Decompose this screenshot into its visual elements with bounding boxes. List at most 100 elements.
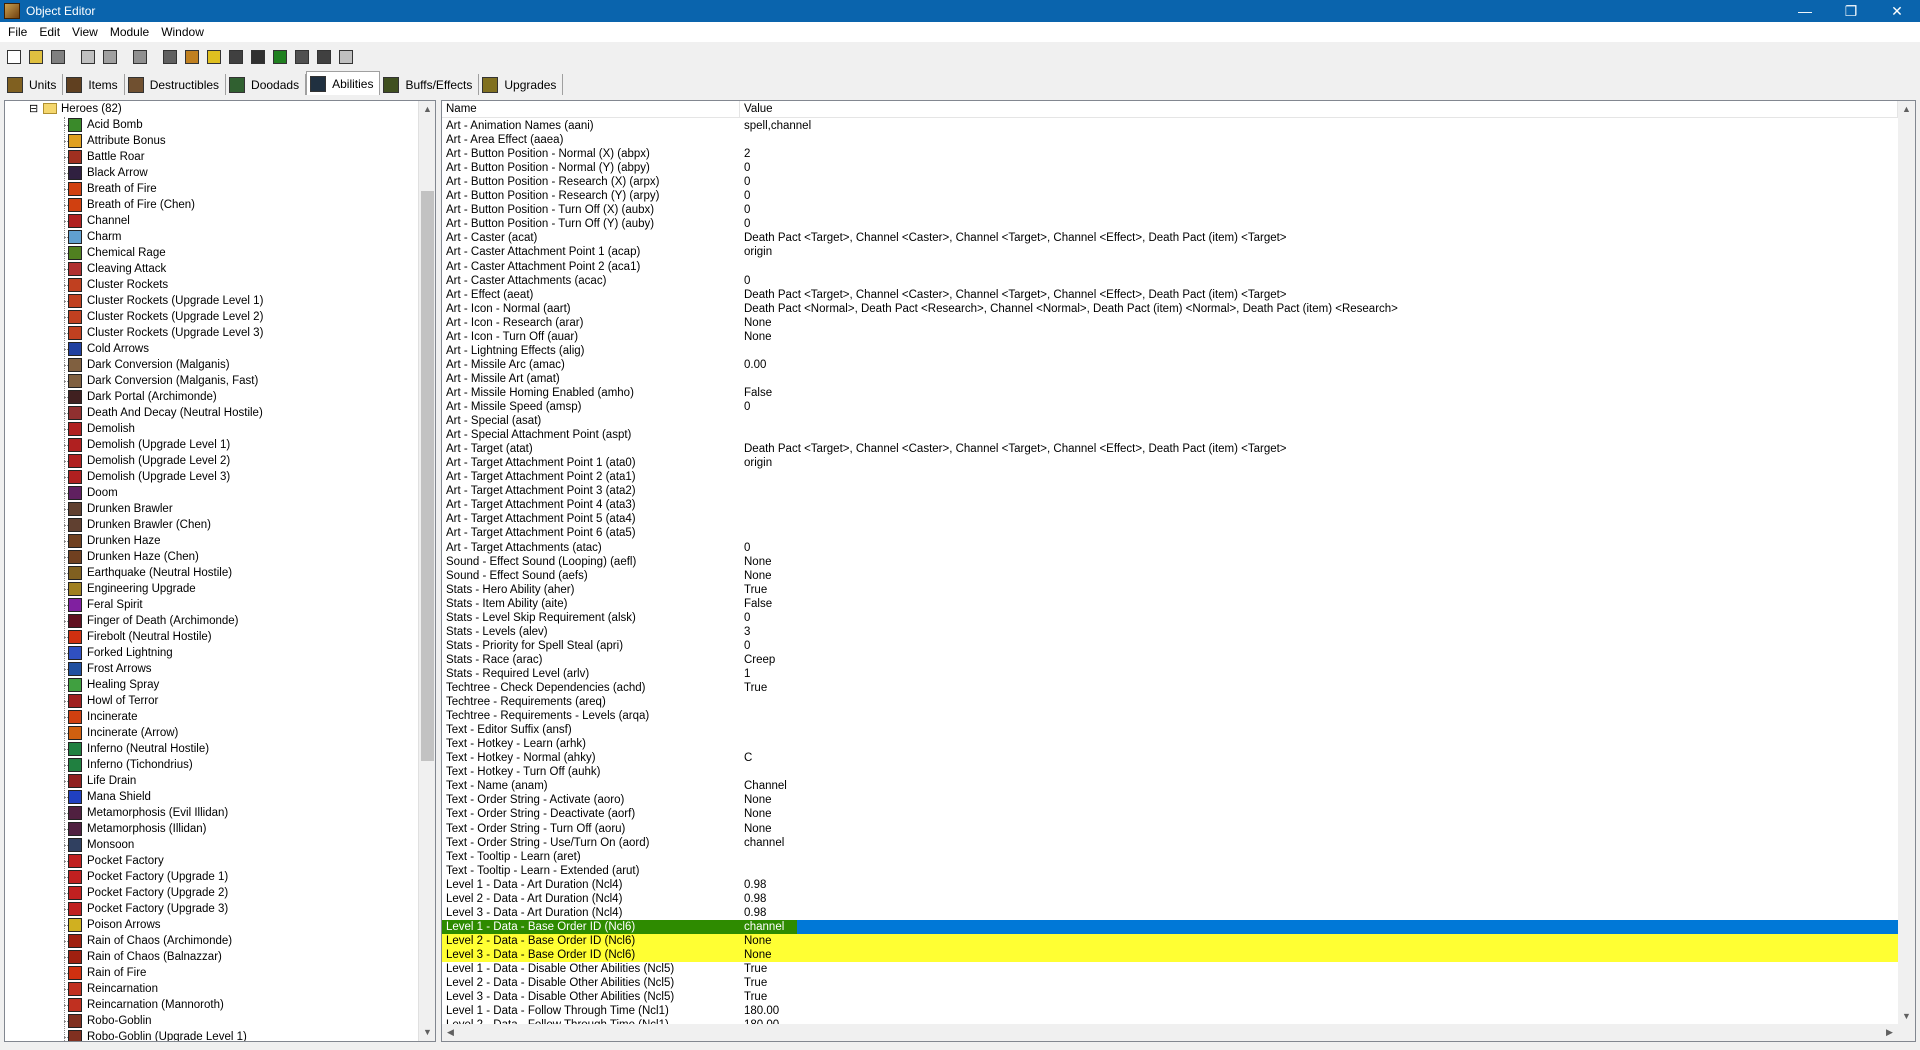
property-row[interactable]: Art - Missile Homing Enabled (amho) False: [442, 386, 1898, 400]
tree-item[interactable]: Cluster Rockets (Upgrade Level 1): [5, 293, 415, 309]
tree-item[interactable]: Drunken Brawler (Chen): [5, 517, 415, 533]
property-row[interactable]: Stats - Levels (alev) 3: [442, 625, 1898, 639]
tree-item[interactable]: Feral Spirit: [5, 597, 415, 613]
tree-item[interactable]: Black Arrow: [5, 165, 415, 181]
tree-item[interactable]: Pocket Factory: [5, 853, 415, 869]
property-row[interactable]: Text - Tooltip - Learn - Extended (arut): [442, 864, 1898, 878]
tab-upgrades[interactable]: Upgrades: [479, 74, 564, 95]
property-value[interactable]: channel: [744, 836, 784, 850]
tree-item[interactable]: Engineering Upgrade: [5, 581, 415, 597]
tree-item[interactable]: Inferno (Neutral Hostile): [5, 741, 415, 757]
scroll-left-arrow-icon[interactable]: ◀: [442, 1024, 459, 1041]
property-row[interactable]: Stats - Required Level (arlv) 1: [442, 667, 1898, 681]
property-value[interactable]: 1: [744, 667, 750, 681]
tree-item[interactable]: Cleaving Attack: [5, 261, 415, 277]
restore-button[interactable]: ❐: [1828, 0, 1874, 22]
grid-horizontal-scrollbar[interactable]: ◀ ▶: [442, 1024, 1915, 1041]
property-value[interactable]: True: [744, 990, 767, 1004]
tree-item[interactable]: Charm: [5, 229, 415, 245]
property-row[interactable]: Art - Caster Attachments (acac) 0: [442, 274, 1898, 288]
tree-item[interactable]: Breath of Fire (Chen): [5, 197, 415, 213]
export-button[interactable]: [314, 47, 334, 67]
terrain-button[interactable]: [160, 47, 180, 67]
ai-button[interactable]: [270, 47, 290, 67]
property-row[interactable]: Art - Target Attachment Point 1 (ata0) or…: [442, 456, 1898, 470]
property-row[interactable]: Art - Caster Attachment Point 2 (aca1): [442, 260, 1898, 274]
tab-buffs-effects[interactable]: Buffs/Effects: [380, 74, 480, 95]
tree-item[interactable]: Drunken Haze: [5, 533, 415, 549]
tree-item[interactable]: Monsoon: [5, 837, 415, 853]
property-row[interactable]: Level 1 - Data - Art Duration (Ncl4) 0.98: [442, 878, 1898, 892]
property-row[interactable]: Art - Caster (acat) Death Pact <Target>, …: [442, 231, 1898, 245]
property-value[interactable]: 0.00: [744, 358, 766, 372]
scroll-right-arrow-icon[interactable]: ▶: [1881, 1024, 1898, 1041]
tree-item[interactable]: Cold Arrows: [5, 341, 415, 357]
tree-folder-heroes[interactable]: ⊟ Heroes (82): [5, 101, 425, 117]
property-value[interactable]: 2: [744, 147, 750, 161]
property-row[interactable]: Stats - Priority for Spell Steal (apri) 0: [442, 639, 1898, 653]
tree-item[interactable]: Cluster Rockets: [5, 277, 415, 293]
property-row[interactable]: Text - Hotkey - Turn Off (auhk): [442, 765, 1898, 779]
property-value[interactable]: spell,channel: [744, 119, 811, 133]
property-row[interactable]: Art - Caster Attachment Point 1 (acap) or…: [442, 245, 1898, 259]
property-row[interactable]: Art - Button Position - Turn Off (X) (au…: [442, 203, 1898, 217]
tree-item[interactable]: Dark Conversion (Malganis, Fast): [5, 373, 415, 389]
property-row[interactable]: Art - Effect (aeat) Death Pact <Target>, …: [442, 288, 1898, 302]
menu-view[interactable]: View: [66, 22, 104, 42]
menu-file[interactable]: File: [2, 22, 33, 42]
property-value[interactable]: None: [744, 316, 772, 330]
menu-module[interactable]: Module: [104, 22, 155, 42]
column-header-value[interactable]: Value: [740, 101, 1898, 118]
tree-item[interactable]: Robo-Goblin (Upgrade Level 1): [5, 1029, 415, 1041]
property-value[interactable]: 0: [744, 639, 750, 653]
property-row[interactable]: Art - Icon - Normal (aart) Death Pact <No…: [442, 302, 1898, 316]
tree-vertical-scrollbar[interactable]: ▲ ▼: [418, 101, 435, 1041]
tree-item[interactable]: Incinerate: [5, 709, 415, 725]
tree-item[interactable]: Firebolt (Neutral Hostile): [5, 629, 415, 645]
property-value[interactable]: Death Pact <Target>, Channel <Caster>, C…: [744, 231, 1287, 245]
object-button[interactable]: [226, 47, 246, 67]
property-value[interactable]: C: [744, 751, 752, 765]
grid-vertical-scrollbar[interactable]: ▲ ▼: [1898, 101, 1915, 1025]
property-value[interactable]: Death Pact <Target>, Channel <Caster>, C…: [744, 442, 1287, 456]
tree-item[interactable]: Rain of Fire: [5, 965, 415, 981]
property-value[interactable]: Death Pact <Normal>, Death Pact <Researc…: [744, 302, 1398, 316]
property-value[interactable]: 0: [744, 161, 750, 175]
property-row[interactable]: Art - Target Attachments (atac) 0: [442, 541, 1898, 555]
tree-item[interactable]: Pocket Factory (Upgrade 2): [5, 885, 415, 901]
tree-item[interactable]: Breath of Fire: [5, 181, 415, 197]
tree-item[interactable]: Metamorphosis (Evil Illidan): [5, 805, 415, 821]
scroll-up-arrow-icon[interactable]: ▲: [1898, 101, 1915, 118]
tree-item[interactable]: Cluster Rockets (Upgrade Level 2): [5, 309, 415, 325]
tab-destructibles[interactable]: Destructibles: [125, 74, 227, 95]
property-value[interactable]: 0.98: [744, 906, 766, 920]
property-value[interactable]: None: [744, 934, 772, 948]
property-row[interactable]: Sound - Effect Sound (Looping) (aefl) Non…: [442, 555, 1898, 569]
property-value[interactable]: 0: [744, 189, 750, 203]
property-row[interactable]: Text - Name (anam) Channel: [442, 779, 1898, 793]
tree-item[interactable]: Incinerate (Arrow): [5, 725, 415, 741]
tree-item[interactable]: Inferno (Tichondrius): [5, 757, 415, 773]
tree-item[interactable]: Acid Bomb: [5, 117, 415, 133]
tree-item[interactable]: Dark Portal (Archimonde): [5, 389, 415, 405]
tree-item[interactable]: Battle Roar: [5, 149, 415, 165]
tab-doodads[interactable]: Doodads: [226, 74, 307, 95]
property-row[interactable]: Techtree - Requirements (areq): [442, 695, 1898, 709]
property-row[interactable]: Level 3 - Data - Art Duration (Ncl4) 0.98: [442, 906, 1898, 920]
tree-item[interactable]: Reincarnation (Mannoroth): [5, 997, 415, 1013]
property-row[interactable]: Level 1 - Data - Follow Through Time (Nc…: [442, 1004, 1898, 1018]
property-value[interactable]: None: [744, 793, 772, 807]
property-row[interactable]: Art - Button Position - Turn Off (Y) (au…: [442, 217, 1898, 231]
property-row[interactable]: Stats - Item Ability (aite) False: [442, 597, 1898, 611]
tree-item[interactable]: Demolish (Upgrade Level 3): [5, 469, 415, 485]
property-row[interactable]: Art - Animation Names (aani) spell,channe…: [442, 119, 1898, 133]
tree-item[interactable]: Rain of Chaos (Archimonde): [5, 933, 415, 949]
property-grid[interactable]: Name Value Art - Animation Names (aani) s…: [441, 100, 1916, 1042]
disabled-button[interactable]: [130, 47, 150, 67]
collapse-icon[interactable]: ⊟: [29, 101, 38, 117]
property-value[interactable]: Death Pact <Target>, Channel <Caster>, C…: [744, 288, 1287, 302]
property-row[interactable]: Art - Special Attachment Point (aspt): [442, 428, 1898, 442]
property-value[interactable]: 0: [744, 541, 750, 555]
property-value[interactable]: 180.00: [744, 1004, 779, 1018]
property-row[interactable]: Sound - Effect Sound (aefs) None: [442, 569, 1898, 583]
